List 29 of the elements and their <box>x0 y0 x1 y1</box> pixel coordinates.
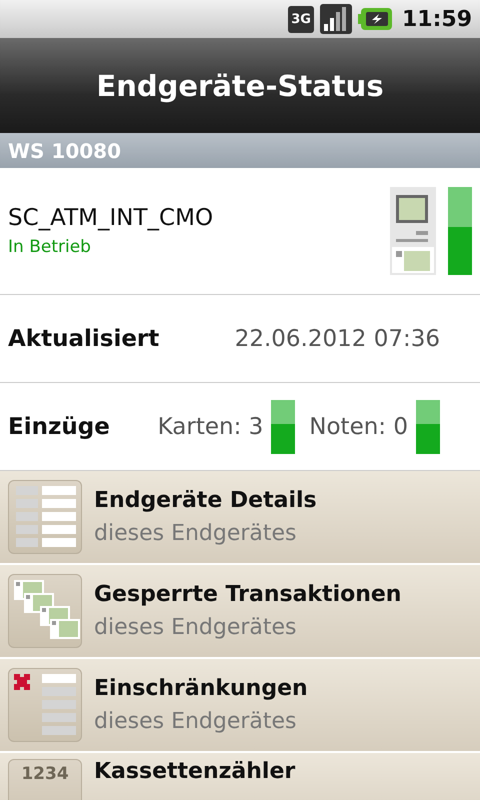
intake-count: Karten: 3 <box>158 414 264 440</box>
counter-icon: 1234 <box>8 759 82 800</box>
menu-item-title: Kassettenzähler <box>94 759 296 784</box>
menu-item-subtitle: dieses Endgerätes <box>94 615 298 640</box>
intakes-label: Einzüge <box>8 414 110 440</box>
intake-count: Noten: 0 <box>309 414 408 440</box>
device-name: SC_ATM_INT_CMO <box>8 205 214 231</box>
device-status: In Betrieb <box>8 237 92 257</box>
atm-icon <box>390 187 436 275</box>
updated-label: Aktualisiert <box>8 326 160 352</box>
menu-item[interactable]: Einschränkungen dieses Endgerätes <box>0 659 480 753</box>
stacked-cards-icon <box>8 574 82 648</box>
menu-item[interactable]: Endgeräte Details dieses Endgerätes <box>0 471 480 565</box>
menu-item-title: Endgeräte Details <box>94 488 317 513</box>
network-icon: 3G <box>288 6 314 32</box>
clock: 11:59 <box>402 6 472 32</box>
menu-item-title: Gesperrte Transaktionen <box>94 582 402 607</box>
list-icon <box>8 480 82 554</box>
menu-item[interactable]: Gesperrte Transaktionen dieses Endgerätes <box>0 565 480 659</box>
signal-icon <box>320 4 352 34</box>
menu-item-subtitle: dieses Endgerätes <box>94 709 298 734</box>
updated-value: 22.06.2012 07:36 <box>234 326 440 352</box>
screen-title: Endgeräte-Status <box>96 68 384 102</box>
menu-item-title: Einschränkungen <box>94 676 308 701</box>
battery-icon <box>358 8 392 30</box>
menu-item[interactable]: 1234 Kassettenzähler <box>0 753 480 800</box>
restriction-list-icon <box>8 668 82 742</box>
menu-item-subtitle: dieses Endgerätes <box>94 521 298 546</box>
section-title: WS 10080 <box>8 138 122 162</box>
